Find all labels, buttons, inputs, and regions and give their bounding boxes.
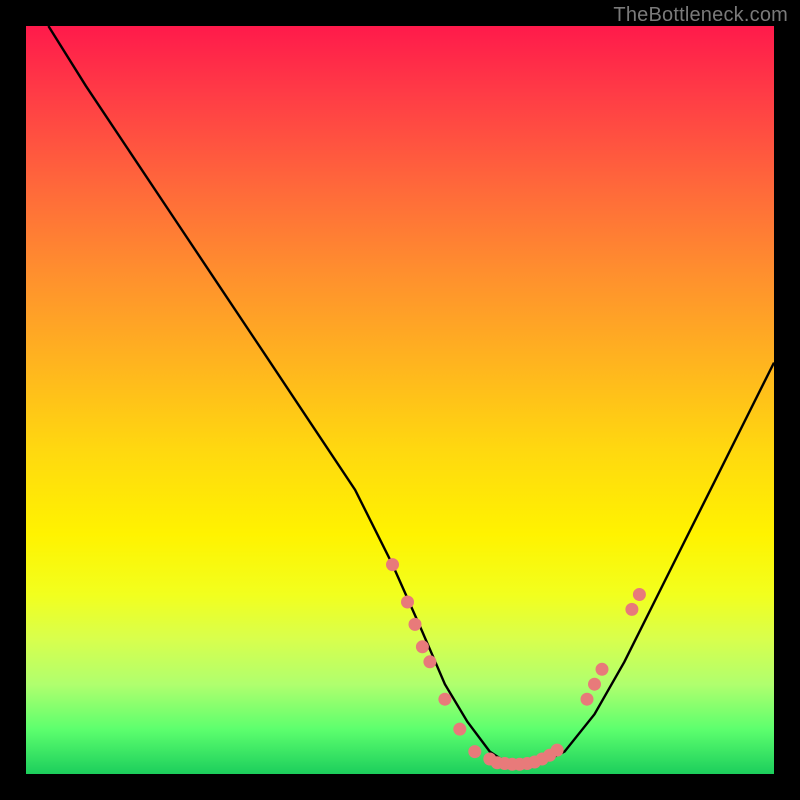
curve-marker-dot <box>625 603 638 616</box>
curve-marker-dot <box>596 663 609 676</box>
curve-marker-dot <box>386 558 399 571</box>
curve-marker-dot <box>423 655 436 668</box>
curve-markers-group <box>386 558 646 771</box>
chart-frame: TheBottleneck.com <box>0 0 800 800</box>
curve-marker-dot <box>453 723 466 736</box>
curve-marker-dot <box>438 693 451 706</box>
watermark-text: TheBottleneck.com <box>613 4 788 27</box>
curve-marker-dot <box>551 744 564 757</box>
curve-marker-dot <box>468 745 481 758</box>
chart-plot-area <box>26 26 774 774</box>
curve-marker-dot <box>588 678 601 691</box>
curve-marker-dot <box>581 693 594 706</box>
curve-marker-dot <box>416 640 429 653</box>
curve-marker-dot <box>409 618 422 631</box>
curve-marker-dot <box>633 588 646 601</box>
bottleneck-curve-line <box>48 26 774 767</box>
curve-marker-dot <box>401 596 414 609</box>
chart-svg <box>26 26 774 774</box>
